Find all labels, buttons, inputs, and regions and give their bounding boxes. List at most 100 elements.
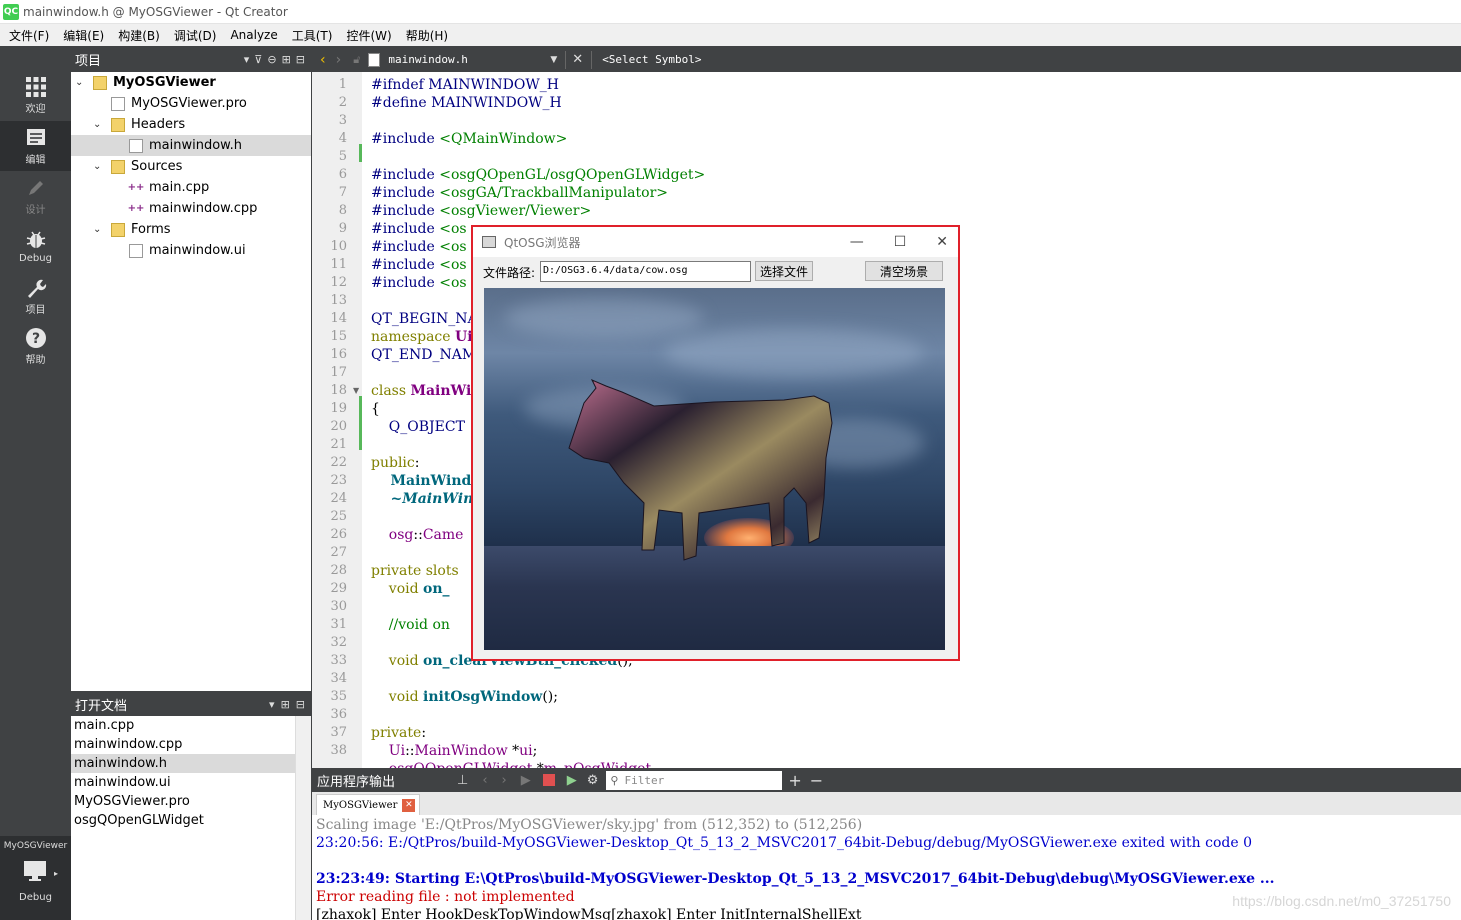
collapse-icon[interactable]: ⌄ bbox=[93, 224, 103, 235]
menu-help[interactable]: 帮助(H) bbox=[399, 27, 455, 44]
line-number: 22 bbox=[330, 455, 347, 470]
output-line: 23:20:56: E:/QtPros/build-MyOSGViewer-De… bbox=[316, 835, 1252, 851]
code-line: Q_OBJECT bbox=[371, 419, 465, 435]
mode-debug[interactable]: Debug bbox=[0, 221, 71, 271]
line-number: 23 bbox=[330, 473, 347, 488]
minimize-icon[interactable]: — bbox=[850, 234, 864, 250]
tree-item-mainwindow-h[interactable]: mainwindow.h bbox=[71, 135, 311, 156]
line-number: 25 bbox=[330, 509, 347, 524]
split-icon[interactable]: ⊞ bbox=[281, 698, 290, 711]
doc-item[interactable]: mainwindow.ui bbox=[71, 773, 295, 792]
attach-icon[interactable]: ▶ bbox=[567, 773, 577, 788]
line-number: 20 bbox=[330, 419, 347, 434]
minus-icon[interactable]: − bbox=[810, 771, 823, 790]
close-icon[interactable]: ✕ bbox=[572, 52, 583, 67]
doc-item[interactable]: main.cpp bbox=[71, 716, 295, 735]
line-number: 1 bbox=[338, 77, 347, 92]
tree-item-mainwindow-cpp[interactable]: ++ mainwindow.cpp bbox=[71, 198, 311, 219]
line-number: 10 bbox=[330, 239, 347, 254]
menu-analyze[interactable]: Analyze bbox=[223, 28, 284, 42]
close-icon[interactable]: ✕ bbox=[936, 234, 948, 250]
change-marker bbox=[359, 396, 362, 450]
forward-icon[interactable]: › bbox=[336, 52, 342, 68]
mode-projects[interactable]: 项目 bbox=[0, 271, 71, 321]
split-icon[interactable]: ⊞ bbox=[282, 53, 291, 66]
line-number: 12 bbox=[330, 275, 347, 290]
symbol-selector[interactable]: <Select Symbol> bbox=[602, 53, 701, 66]
dropdown-icon[interactable]: ▾ bbox=[244, 53, 250, 66]
doc-item[interactable]: mainwindow.h bbox=[71, 754, 295, 773]
open-docs-list: main.cpp mainwindow.cpp mainwindow.h mai… bbox=[71, 716, 311, 920]
lock-icon[interactable]: 🔓︎ bbox=[353, 53, 360, 67]
mode-design[interactable]: 设计 bbox=[0, 171, 71, 221]
back-icon[interactable]: ‹ bbox=[320, 52, 326, 68]
kit-selector[interactable]: MyOSGViewer ▸ Debug bbox=[0, 836, 71, 920]
doc-item[interactable]: mainwindow.cpp bbox=[71, 735, 295, 754]
filter-icon[interactable]: ⊽ bbox=[254, 53, 262, 66]
mode-help[interactable]: ? 帮助 bbox=[0, 321, 71, 371]
select-file-button[interactable]: 选择文件 bbox=[755, 261, 813, 281]
code-line: void initOsgWindow(); bbox=[371, 689, 558, 705]
tree-item-main-cpp[interactable]: ++ main.cpp bbox=[71, 177, 311, 198]
run-icon[interactable]: ▶ bbox=[521, 773, 531, 788]
separator bbox=[565, 50, 567, 69]
tree-item-project[interactable]: ⌄ MyOSGViewer bbox=[71, 72, 311, 93]
doc-item[interactable]: MyOSGViewer.pro bbox=[71, 792, 295, 811]
dropdown-icon[interactable]: ▼ bbox=[550, 55, 557, 65]
collapse-icon[interactable]: ⌄ bbox=[93, 161, 103, 172]
tree-item-pro[interactable]: MyOSGViewer.pro bbox=[71, 93, 311, 114]
menu-widgets[interactable]: 控件(W) bbox=[339, 27, 398, 44]
collapse-icon[interactable]: ⌄ bbox=[93, 119, 103, 130]
dialog-title: QtOSG浏览器 bbox=[504, 235, 581, 250]
separator bbox=[591, 50, 593, 69]
scrollbar[interactable] bbox=[295, 716, 311, 920]
title-bar: QC mainwindow.h @ MyOSGViewer - Qt Creat… bbox=[0, 0, 1461, 24]
menu-file[interactable]: 文件(F) bbox=[0, 27, 56, 44]
dropdown-icon[interactable]: ▾ bbox=[269, 698, 275, 711]
doc-item[interactable]: osgQOpenGLWidget bbox=[71, 811, 295, 830]
menu-edit[interactable]: 编辑(E) bbox=[56, 27, 111, 44]
monitor-icon bbox=[23, 860, 47, 885]
mode-edit[interactable]: 编辑 bbox=[0, 121, 71, 171]
close-panel-icon[interactable]: ⊟ bbox=[296, 698, 305, 711]
fold-icon[interactable]: ▼ bbox=[353, 386, 359, 395]
dialog-title-bar[interactable]: QtOSG浏览器 — ☐ ✕ bbox=[473, 227, 958, 257]
mode-welcome[interactable]: 欢迎 bbox=[0, 70, 71, 120]
line-number: 31 bbox=[330, 617, 347, 632]
folder-icon bbox=[111, 222, 125, 237]
path-input[interactable]: D:/OSG3.6.4/data/cow.osg bbox=[540, 261, 751, 282]
osg-viewport[interactable] bbox=[484, 288, 945, 650]
code-line: public: bbox=[371, 455, 420, 471]
clean-icon[interactable]: ⊥ bbox=[457, 773, 468, 788]
line-number: 21 bbox=[330, 437, 347, 452]
link-icon[interactable]: ⊖ bbox=[267, 53, 276, 66]
clear-scene-button[interactable]: 清空场景 bbox=[865, 261, 943, 281]
close-tab-icon[interactable]: ✕ bbox=[402, 798, 416, 812]
svg-text:?: ? bbox=[31, 331, 39, 347]
line-number: 15 bbox=[330, 329, 347, 344]
tree-item-mainwindow-ui[interactable]: mainwindow.ui bbox=[71, 240, 311, 261]
output-tab[interactable]: MyOSGViewer ✕ bbox=[316, 794, 420, 815]
gear-icon[interactable]: ⚙ bbox=[587, 773, 599, 788]
editor-filename[interactable]: mainwindow.h bbox=[388, 53, 538, 66]
plus-icon[interactable]: + bbox=[788, 771, 801, 790]
code-line: MainWind bbox=[371, 473, 472, 489]
tree-item-sources[interactable]: ⌄ Sources bbox=[71, 156, 311, 177]
code-line: #include <QMainWindow> bbox=[371, 131, 568, 147]
prev-icon[interactable]: ‹ bbox=[482, 773, 487, 788]
code-line: #ifndef MAINWINDOW_H bbox=[371, 77, 559, 93]
output-filter[interactable]: ⚲ Filter bbox=[606, 770, 783, 790]
menu-build[interactable]: 构建(B) bbox=[111, 27, 167, 44]
tree-item-headers[interactable]: ⌄ Headers bbox=[71, 114, 311, 135]
qtosg-dialog: QtOSG浏览器 — ☐ ✕ 文件路径: D:/OSG3.6.4/data/co… bbox=[471, 225, 960, 661]
line-number: 9 bbox=[338, 221, 347, 236]
menu-tools[interactable]: 工具(T) bbox=[285, 27, 340, 44]
maximize-icon[interactable]: ☐ bbox=[894, 234, 907, 250]
stop-icon[interactable] bbox=[542, 774, 555, 786]
tree-item-forms[interactable]: ⌄ Forms bbox=[71, 219, 311, 240]
close-panel-icon[interactable]: ⊟ bbox=[296, 53, 305, 66]
menu-debug[interactable]: 调试(D) bbox=[167, 27, 224, 44]
next-icon[interactable]: › bbox=[502, 773, 507, 788]
collapse-icon[interactable]: ⌄ bbox=[75, 77, 85, 88]
kit-arrow-icon: ▸ bbox=[54, 869, 59, 878]
